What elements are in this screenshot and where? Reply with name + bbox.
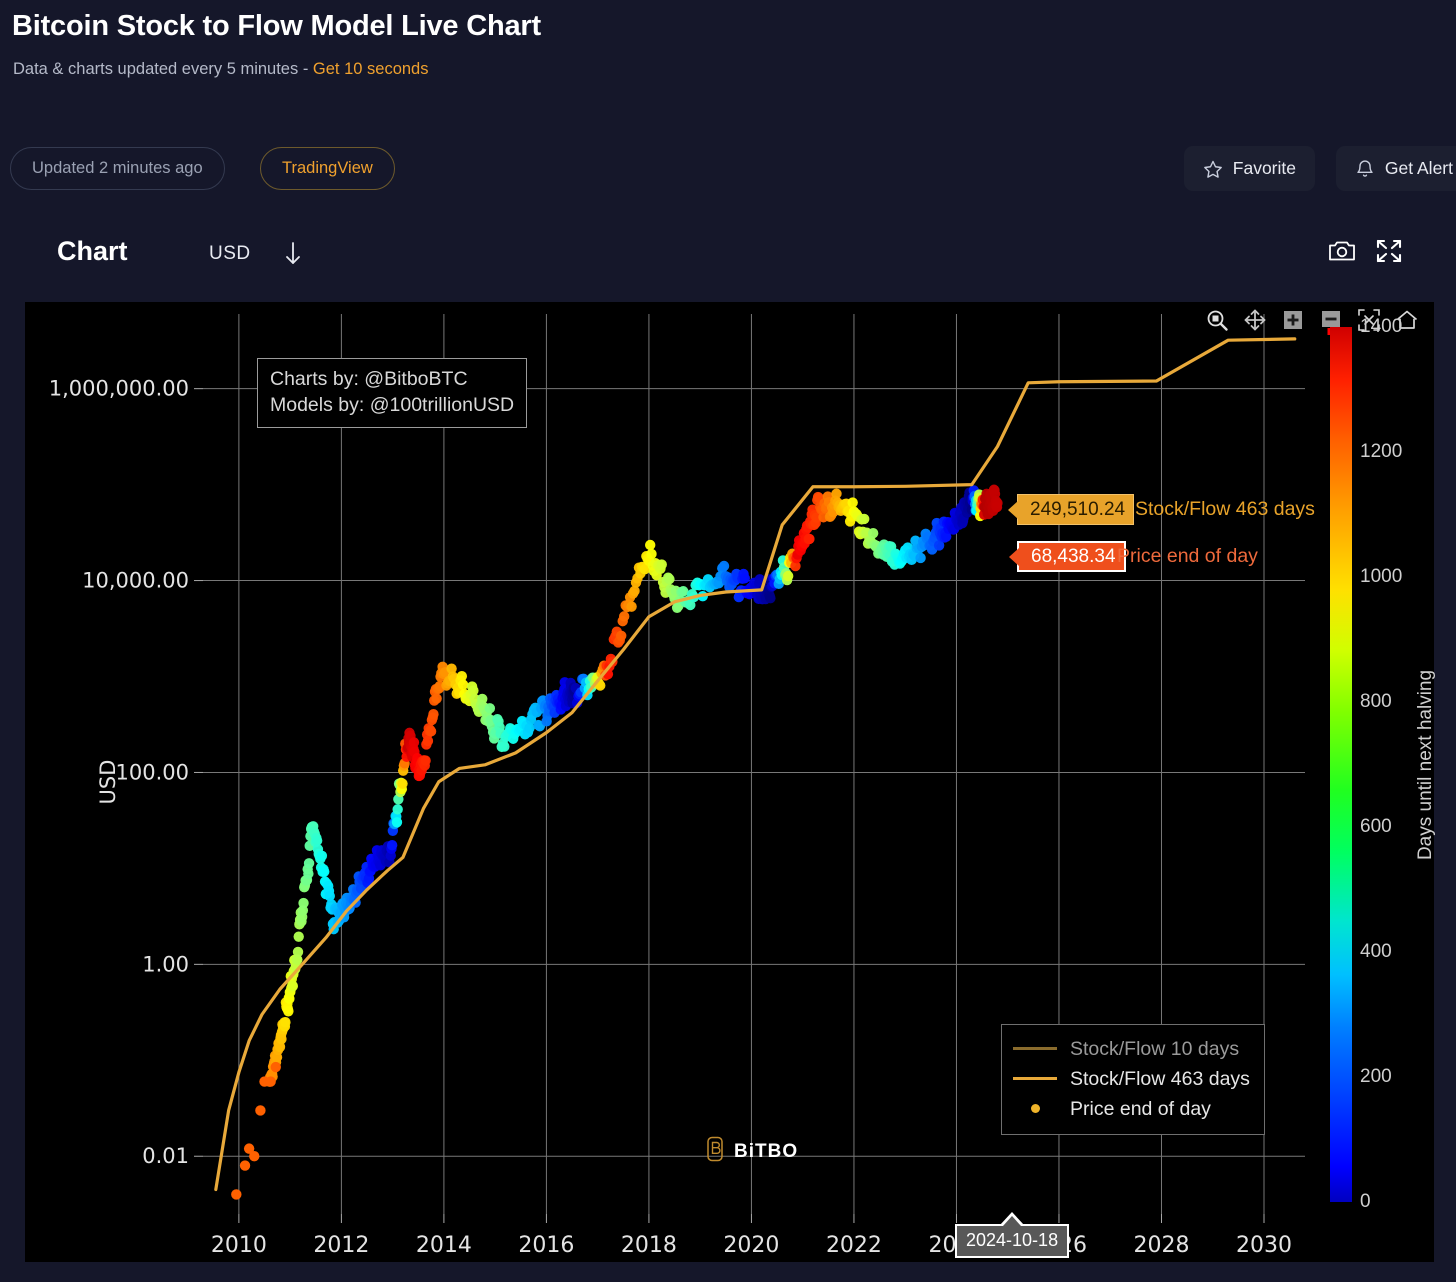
currency-selector-label[interactable]: USD xyxy=(209,243,251,265)
colorbar-tick: 0 xyxy=(1360,1191,1371,1212)
x-axis-tick-label: 2020 xyxy=(723,1233,779,1258)
page-root: Bitcoin Stock to Flow Model Live Chart D… xyxy=(0,0,1456,1282)
y-axis-tick-label: 1,000,000.00 xyxy=(49,377,189,401)
x-axis-tick-label: 2018 xyxy=(621,1233,677,1258)
updated-status-pill: Updated 2 minutes ago xyxy=(10,147,225,190)
price-flag-label: Price end of day xyxy=(1117,545,1258,567)
legend-line-swatch xyxy=(1012,1070,1058,1088)
bitbo-watermark-text: BiTBO xyxy=(734,1140,799,1162)
chart-heading: Chart xyxy=(57,236,128,266)
legend-label: Stock/Flow 10 days xyxy=(1070,1037,1240,1060)
x-axis-date-tooltip: 2024-10-18 xyxy=(955,1224,1070,1258)
price-value: 68,438.34 xyxy=(1031,545,1116,567)
x-axis-tick-label: 2030 xyxy=(1236,1233,1292,1258)
stockflow-value: 249,510.24 xyxy=(1030,498,1126,520)
y-axis-tick-label: 10,000.00 xyxy=(82,569,189,593)
colorbar-tick: 1200 xyxy=(1360,441,1403,462)
bell-icon xyxy=(1355,159,1375,179)
legend-item: Stock/Flow 463 days xyxy=(1012,1064,1250,1094)
price-value-flag: 68,438.34 xyxy=(1017,541,1126,572)
y-axis-tick-label: 100.00 xyxy=(116,760,189,784)
stockflow-flag-label: Stock/Flow 463 days xyxy=(1135,498,1315,520)
get-10-seconds-link[interactable]: Get 10 seconds xyxy=(313,60,429,78)
colorbar-tick: 800 xyxy=(1360,691,1392,712)
colorbar-tick: 1000 xyxy=(1360,566,1403,587)
favorite-label: Favorite xyxy=(1232,158,1296,178)
legend-item: Stock/Flow 10 days xyxy=(1012,1034,1250,1064)
x-axis-tick-label: 2022 xyxy=(826,1233,882,1258)
colorbar-tick: 600 xyxy=(1360,816,1392,837)
credits-line-1: Charts by: @BitboBTC xyxy=(270,368,468,390)
page-subtitle: Data & charts updated every 5 minutes - … xyxy=(13,60,428,79)
y-axis-tick-label: 1.00 xyxy=(142,952,189,976)
x-axis-tick-label: 2016 xyxy=(518,1233,574,1258)
bitbo-watermark: BiTBO xyxy=(705,1136,798,1167)
x-axis-date-value: 2024-10-18 xyxy=(966,1230,1059,1250)
down-arrow-icon[interactable] xyxy=(282,240,304,273)
x-axis-tick-label: 2010 xyxy=(211,1233,267,1258)
legend-label: Stock/Flow 463 days xyxy=(1070,1067,1250,1090)
stockflow-value-flag: 249,510.24 xyxy=(1017,494,1135,525)
favorite-button[interactable]: Favorite xyxy=(1183,146,1315,191)
subtitle-text: Data & charts updated every 5 minutes - xyxy=(13,60,313,78)
legend-line-swatch xyxy=(1012,1040,1058,1058)
x-axis-tick-label: 2012 xyxy=(313,1233,369,1258)
colorbar-title: Days until next halving xyxy=(1415,669,1436,861)
legend-label: Price end of day xyxy=(1070,1097,1211,1120)
credits-line-2: Models by: @100trillionUSD xyxy=(270,393,515,416)
zoom-in-icon[interactable] xyxy=(1281,308,1305,332)
colorbar-tick: 200 xyxy=(1360,1066,1392,1087)
get-alert-button[interactable]: Get Alert xyxy=(1335,146,1456,191)
expand-icon[interactable] xyxy=(1375,238,1403,269)
colorbar: 0 200 400 600 800 1000 1200 1400 Days until nex… xyxy=(1330,316,1436,1212)
colorbar-gradient xyxy=(1330,327,1352,1202)
x-axis-tick-label: 2014 xyxy=(416,1233,472,1258)
updated-status-label: Updated 2 minutes ago xyxy=(32,159,203,177)
credits-annotation: Charts by: @BitboBTC Models by: @100tril… xyxy=(257,358,528,429)
pan-icon[interactable] xyxy=(1243,308,1267,332)
tradingview-label: TradingView xyxy=(282,159,373,177)
colorbar-tick: 1400 xyxy=(1360,316,1403,337)
tradingview-button[interactable]: TradingView xyxy=(260,147,395,190)
price-scatter-series xyxy=(264,484,1003,1087)
colorbar-tick: 400 xyxy=(1360,941,1392,962)
legend-item: Price end of day xyxy=(1012,1094,1250,1124)
x-axis-tick-label: 2028 xyxy=(1133,1233,1189,1258)
bitbo-logo-icon xyxy=(705,1136,725,1167)
page-title: Bitcoin Stock to Flow Model Live Chart xyxy=(12,10,541,42)
chart-legend: Stock/Flow 10 days Stock/Flow 463 days P… xyxy=(1001,1024,1265,1135)
y-axis-tick-label: 0.01 xyxy=(142,1144,189,1168)
star-icon xyxy=(1203,159,1223,179)
legend-dot-swatch xyxy=(1012,1100,1058,1118)
y-axis-title: USD xyxy=(96,760,120,805)
get-alert-label: Get Alert xyxy=(1384,158,1453,178)
zoom-box-icon[interactable] xyxy=(1205,308,1229,332)
chart-card: 0.01 1.00 100.00 10,000.00 1,000,000.00 USD 20… xyxy=(25,302,1436,1262)
camera-icon[interactable] xyxy=(1328,238,1356,269)
